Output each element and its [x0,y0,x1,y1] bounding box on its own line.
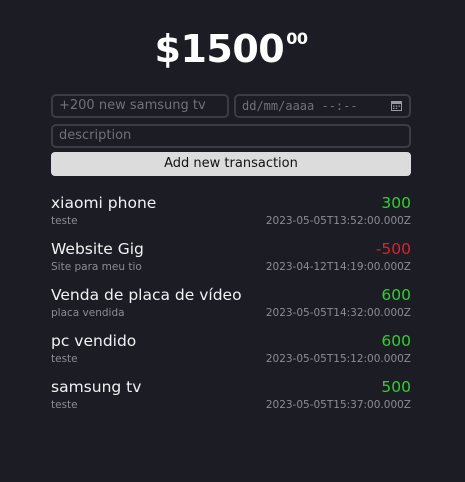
transaction-description: teste [51,353,78,365]
transaction-amount: 600 [381,286,411,304]
balance-cents: 00 [286,29,308,48]
datetime-placeholder: dd/mm/aaaa --:-- [242,99,358,113]
description-input[interactable]: description [51,124,411,148]
transaction-list: xiaomi phone 300 teste 2023-05-05T13:52:… [51,193,411,423]
transaction-description: Site para meu tio [51,261,142,273]
balance-display: $1500 00 [51,26,411,80]
datetime-input[interactable]: dd/mm/aaaa --:-- [234,94,411,118]
transaction-item: samsung tv 500 teste 2023-05-05T15:37:00… [51,377,411,423]
transaction-name-input[interactable]: +200 new samsung tv [51,94,229,118]
transaction-amount: 500 [381,378,411,396]
transaction-item: Website Gig -500 Site para meu tio 2023-… [51,239,411,285]
transaction-description: teste [51,215,78,227]
transaction-item: xiaomi phone 300 teste 2023-05-05T13:52:… [51,193,411,239]
transaction-datetime: 2023-05-05T13:52:00.000Z [265,215,411,227]
transaction-item: Venda de placa de vídeo 600 placa vendid… [51,285,411,331]
transaction-name-placeholder: +200 new samsung tv [59,98,206,113]
add-transaction-button[interactable]: Add new transaction [51,152,411,176]
balance-amount: $1500 [154,27,285,71]
transaction-name: samsung tv [51,378,142,396]
transaction-name: xiaomi phone [51,194,157,212]
transaction-name: pc vendido [51,332,137,350]
transaction-datetime: 2023-05-05T14:32:00.000Z [265,307,411,319]
transaction-description: teste [51,399,78,411]
transaction-datetime: 2023-05-05T15:37:00.000Z [265,399,411,411]
transaction-amount: -500 [375,240,411,258]
transaction-item: pc vendido 600 teste 2023-05-05T15:12:00… [51,331,411,377]
transaction-datetime: 2023-04-12T14:19:00.000Z [265,261,411,273]
calendar-icon[interactable] [391,100,402,111]
transaction-name: Website Gig [51,240,144,258]
description-placeholder: description [59,128,132,143]
transaction-datetime: 2023-05-05T15:12:00.000Z [265,353,411,365]
transaction-amount: 600 [381,332,411,350]
transaction-description: placa vendida [51,307,125,319]
transaction-name: Venda de placa de vídeo [51,286,242,304]
transaction-amount: 300 [381,194,411,212]
